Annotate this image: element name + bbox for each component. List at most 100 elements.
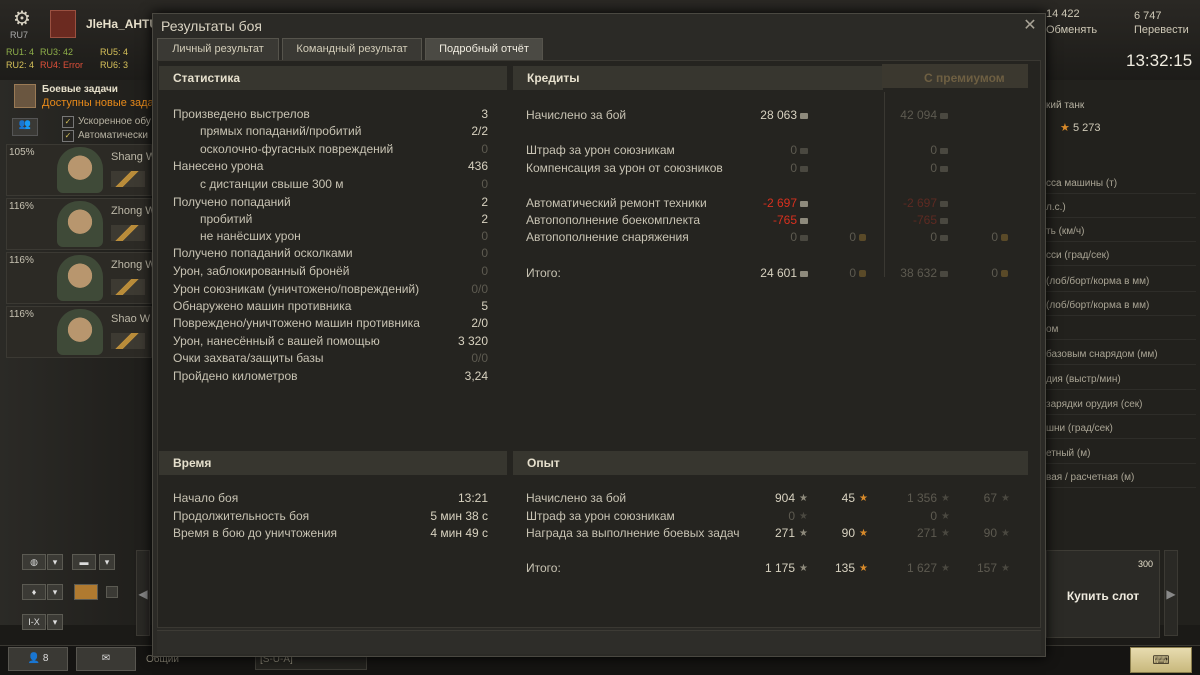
tank-type-label: кий танк: [1046, 100, 1085, 111]
premium-gold-value: 0: [991, 266, 1008, 280]
nation-filter-globe-icon[interactable]: ◍: [22, 554, 46, 570]
credits-coin-icon: [940, 270, 948, 277]
credits-value: 0: [790, 161, 808, 175]
tier-dropdown-icon[interactable]: ▾: [47, 614, 63, 630]
stat-label: не нанёсших урон: [200, 229, 301, 243]
class-filter-icon[interactable]: ♦: [22, 584, 46, 600]
crew-member[interactable]: 116% Shao W: [6, 306, 152, 358]
xp-amount: 1 175: [764, 561, 795, 575]
credits-label: Компенсация за урон от союзников: [526, 161, 723, 175]
premium-filter-icon[interactable]: [74, 584, 98, 600]
convert-link[interactable]: Перевести: [1134, 24, 1189, 36]
credits-coin-icon: [800, 234, 808, 241]
credits-coin-icon: [800, 217, 808, 224]
credits-coin-icon: [940, 234, 948, 241]
free-xp-star-icon: ★: [859, 528, 868, 540]
crew-name: Zhong W: [111, 205, 156, 217]
tasks-subtitle[interactable]: Доступны новые задач: [42, 97, 159, 109]
xp-label: Награда за выполнение боевых задач: [526, 526, 740, 540]
stat-value: 0: [481, 246, 488, 260]
credits-coin-icon: [940, 200, 948, 207]
tank-param: базовым снарядом (мм): [1046, 345, 1196, 365]
stat-label: Обнаружено машин противника: [173, 299, 352, 313]
xp-value: 271 ★: [775, 526, 808, 540]
tier-filter[interactable]: I-X: [22, 614, 46, 630]
stat-label: прямых попаданий/пробитий: [200, 124, 362, 138]
chat-icon: ✉: [101, 653, 111, 664]
xp-star-icon: ★: [799, 511, 808, 523]
exchange-link[interactable]: Обменять: [1046, 24, 1097, 36]
crew-portrait: [57, 255, 103, 301]
stat-value: 436: [467, 159, 488, 173]
free-xp-value: 45 ★: [842, 491, 868, 505]
credits-value: 28 063: [760, 108, 808, 122]
xp-amount: 0: [788, 509, 795, 523]
keyboard-button[interactable]: ⌨: [1130, 647, 1192, 673]
settings-gear-icon[interactable]: ⚙: [8, 6, 36, 31]
time-value: 4 мин 49 с: [430, 526, 488, 540]
crew-member[interactable]: 105% Shang W: [6, 144, 156, 196]
stat-label: Произведено выстрелов: [173, 107, 310, 121]
xp-label: Начислено за бой: [526, 491, 627, 505]
class-filter-dropdown-icon[interactable]: ▾: [47, 584, 63, 600]
credits-amount: 24 601: [760, 266, 797, 280]
tank-type-dropdown-icon[interactable]: ▾: [99, 554, 115, 570]
close-icon[interactable]: ✕: [1019, 15, 1041, 37]
premium-credits-value: 42 094: [900, 108, 948, 122]
stat-value: 0: [481, 264, 488, 278]
credits-coin-icon: [940, 112, 948, 119]
clock: 13:32:15: [1126, 51, 1193, 70]
tank-param: ть (км/ч): [1046, 222, 1196, 242]
premium-credits-amount: 42 094: [900, 108, 937, 122]
friends-count: 8: [42, 653, 49, 664]
free-xp-star-icon: ★: [1001, 528, 1010, 540]
free-xp-amount: 135: [834, 561, 855, 575]
server-status: RU3: 42: [40, 47, 74, 57]
carousel-left-arrow-icon[interactable]: ◀: [136, 550, 150, 636]
nation-filter-dropdown-icon[interactable]: ▾: [47, 554, 63, 570]
credits-value: -2 697: [763, 196, 808, 210]
player-name[interactable]: JleHa_AHTU: [86, 17, 158, 31]
stat-label: осколочно-фугасных повреждений: [200, 142, 394, 156]
tank-type-filter-icon[interactable]: ▬: [72, 554, 96, 570]
premium-xp-amount: 0: [930, 509, 937, 523]
crew-member[interactable]: 116% Zhong W: [6, 252, 156, 304]
premium-xp-value: 1 356 ★: [907, 491, 950, 505]
crew-icon[interactable]: 👥: [12, 118, 38, 136]
stat-label: пробитий: [200, 212, 253, 226]
stat-value: 2: [481, 195, 488, 209]
free-xp-star-icon: ★: [1001, 493, 1010, 505]
crew-portrait: [57, 309, 103, 355]
stat-label: Нанесено урона: [173, 159, 264, 173]
stat-label: Урон союзникам (уничтожено/повреждений): [173, 282, 420, 296]
premium-xp-amount: 271: [916, 526, 937, 540]
auto-checkbox[interactable]: Автоматически: [62, 130, 148, 142]
tank-param: вая / расчетная (м): [1046, 468, 1196, 488]
free-xp-value: 90 ★: [842, 526, 868, 540]
premium-credits-value: 0: [930, 230, 948, 244]
crew-name: Shang W: [111, 151, 157, 163]
premium-credits-value: 0: [930, 143, 948, 157]
crew-member[interactable]: 116% Zhong W: [6, 198, 156, 250]
crew-percent: 116%: [9, 201, 34, 212]
credits-label: Штраф за урон союзникам: [526, 143, 675, 157]
premium-credits-value: 0: [930, 161, 948, 175]
tab-personal[interactable]: Личный результат: [157, 38, 279, 60]
filter-checkbox[interactable]: [106, 586, 118, 598]
stat-value: 2: [481, 212, 488, 226]
tasks-icon[interactable]: [14, 84, 36, 108]
server-status: RU1: 4: [6, 47, 35, 57]
tasks-title[interactable]: Боевые задачи: [42, 84, 118, 95]
tab-team[interactable]: Командный результат: [282, 38, 422, 60]
free-xp-value: 135 ★: [835, 561, 868, 575]
stat-value: 0: [481, 177, 488, 191]
premium-credits-amount: 38 632: [900, 266, 937, 280]
chat-button[interactable]: ✉: [76, 647, 136, 671]
carousel-right-arrow-icon[interactable]: ▶: [1164, 550, 1178, 636]
buy-slot-button[interactable]: 300 Купить слот: [1046, 550, 1160, 638]
friends-button[interactable]: 👤 8: [8, 647, 68, 671]
accelerated-training-checkbox[interactable]: Ускоренное обу: [62, 116, 151, 128]
credits-coin-icon: [800, 200, 808, 207]
gold-amount: 0: [991, 230, 998, 244]
tab-detailed[interactable]: Подробный отчёт: [425, 38, 543, 60]
